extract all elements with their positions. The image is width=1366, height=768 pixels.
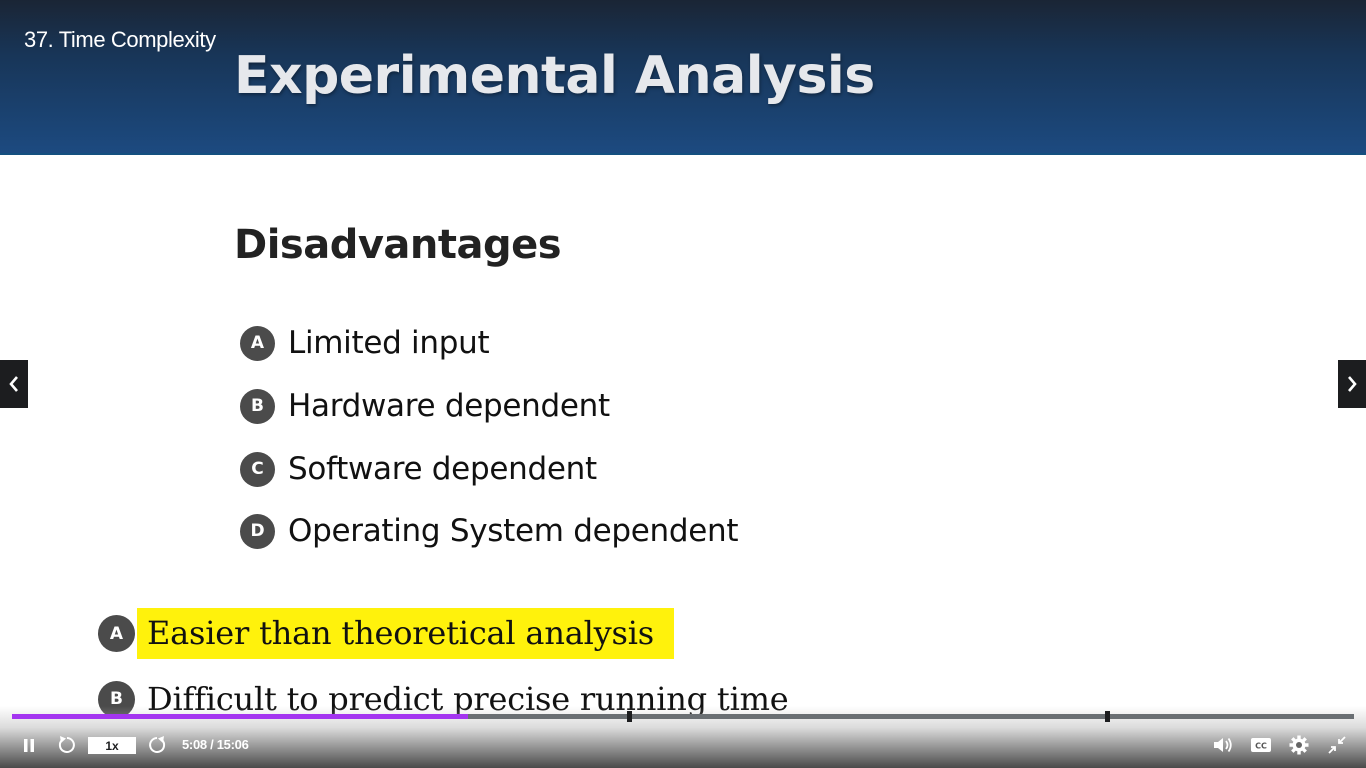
list-item: B Hardware dependent <box>240 388 610 424</box>
settings-button[interactable] <box>1286 732 1312 758</box>
volume-button[interactable] <box>1210 732 1236 758</box>
list-item-text: Software dependent <box>288 451 597 487</box>
gear-icon <box>1289 735 1309 755</box>
rewind-5-icon <box>58 736 75 753</box>
quiz-option-badge: A <box>98 615 135 652</box>
list-item-text: Limited input <box>288 325 490 361</box>
captions-button[interactable]: CC <box>1248 732 1274 758</box>
playback-speed-button[interactable]: 1x <box>88 737 136 754</box>
exit-fullscreen-button[interactable] <box>1325 732 1349 758</box>
slide-heading: Experimental Analysis <box>234 46 875 106</box>
forward-5-icon <box>149 736 166 753</box>
chevron-left-icon <box>9 376 18 392</box>
list-item-text: Operating System dependent <box>288 513 739 549</box>
quiz-option: A Easier than theoretical analysis <box>98 608 674 659</box>
next-lecture-button[interactable] <box>1338 360 1366 408</box>
list-badge: B <box>240 388 275 424</box>
progress-bar-fill <box>12 714 469 719</box>
lecture-title: 37. Time Complexity <box>24 27 216 52</box>
previous-lecture-button[interactable] <box>0 360 28 408</box>
section-title: Disadvantages <box>234 222 562 268</box>
list-badge: D <box>240 513 275 549</box>
list-item-text: Hardware dependent <box>288 388 610 424</box>
volume-icon <box>1214 737 1232 753</box>
bookmark-marker[interactable] <box>627 711 633 722</box>
list-badge: C <box>240 451 275 487</box>
pause-icon <box>24 738 34 752</box>
slide-header: Experimental Analysis 37. Time Complexit… <box>0 0 1366 155</box>
rewind-button[interactable] <box>55 732 79 758</box>
chevron-right-icon <box>1348 376 1357 392</box>
time-display: 5:08 / 15:06 <box>182 737 249 752</box>
progress-bar[interactable] <box>12 711 1354 722</box>
svg-text:CC: CC <box>1255 742 1267 751</box>
exit-fullscreen-icon <box>1328 736 1346 754</box>
list-item: C Software dependent <box>240 451 597 487</box>
pause-button[interactable] <box>18 732 40 758</box>
forward-button[interactable] <box>145 732 169 758</box>
bookmark-marker[interactable] <box>1105 711 1111 722</box>
list-item: D Operating System dependent <box>240 513 739 549</box>
quiz-option-text-highlighted: Easier than theoretical analysis <box>137 608 674 659</box>
closed-captions-icon: CC <box>1251 738 1271 752</box>
list-badge: A <box>240 325 275 361</box>
list-item: A Limited input <box>240 325 490 361</box>
